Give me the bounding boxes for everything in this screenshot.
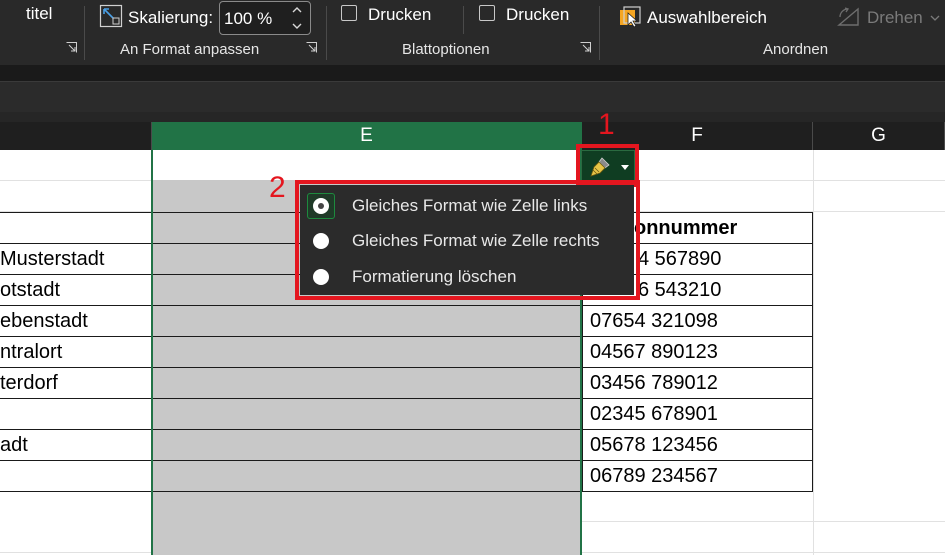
scale-label: Skalierung: <box>128 8 214 27</box>
cell-phone[interactable]: 02345 678901 <box>590 399 718 430</box>
print-headings-checkbox[interactable] <box>479 5 495 21</box>
ribbon-bottom-bar <box>0 65 945 81</box>
callout-number-1: 1 <box>598 108 615 141</box>
cell-phone-header[interactable]: onnummer <box>634 213 737 244</box>
callout-number-2: 2 <box>269 171 286 204</box>
selection-pane-button[interactable]: Auswahlbereich <box>647 8 767 28</box>
column-header-g[interactable]: G <box>813 122 945 150</box>
cell-city[interactable]: Musterstadt <box>0 244 104 275</box>
rotate-icon[interactable] <box>836 5 862 29</box>
dialog-launcher-icon[interactable] <box>580 42 591 53</box>
rotate-button[interactable]: Drehen <box>867 8 923 28</box>
print-gridlines-label[interactable]: Drucken <box>368 5 431 25</box>
callout-highlight-2 <box>295 180 640 300</box>
ribbon-title-fragment[interactable]: titel <box>26 4 52 24</box>
scale-value[interactable]: 100 % <box>224 9 272 29</box>
formula-bar[interactable] <box>0 81 945 113</box>
cell-phone[interactable]: 04567 890123 <box>590 337 718 368</box>
group-label-arrange: Anordnen <box>763 41 829 58</box>
cell-phone[interactable]: 07654 321098 <box>590 306 718 337</box>
cell-phone[interactable]: 05678 123456 <box>590 430 718 461</box>
scale-to-fit-icon <box>99 4 123 28</box>
ribbon-separator <box>463 6 464 34</box>
cell-phone[interactable]: 03456 789012 <box>590 368 718 399</box>
cell-phone[interactable]: 06789 234567 <box>590 461 718 492</box>
cell-city[interactable]: ntralort <box>0 337 62 368</box>
cell-city[interactable]: terdorf <box>0 368 58 399</box>
selection-border <box>151 150 153 555</box>
sheet-top-strip <box>0 112 945 122</box>
cell-city[interactable]: ebenstadt <box>0 306 88 337</box>
ribbon-separator <box>326 6 327 60</box>
dialog-launcher-icon[interactable] <box>66 42 77 53</box>
cell-phone[interactable]: 4 567890 <box>638 244 721 275</box>
selection-pane-icon[interactable] <box>618 5 642 29</box>
print-headings-label[interactable]: Drucken <box>506 5 569 25</box>
spinner-arrows-icon[interactable] <box>291 3 303 33</box>
ribbon-separator <box>599 6 600 60</box>
gridline <box>813 150 814 555</box>
scale-spinner[interactable]: 100 % <box>219 1 311 35</box>
ribbon-separator <box>84 6 85 60</box>
chevron-down-icon[interactable] <box>930 14 940 22</box>
column-header-e[interactable]: E <box>152 122 582 150</box>
group-label-sheet-options: Blattoptionen <box>402 41 490 58</box>
dialog-launcher-icon[interactable] <box>306 42 317 53</box>
group-label-fit: An Format anpassen <box>120 41 260 58</box>
table-border <box>812 212 813 492</box>
gridline <box>582 521 945 522</box>
cell-phone[interactable]: 6 543210 <box>638 275 721 306</box>
ribbon: titel Skalierung: 100 % An Format anpass… <box>0 0 945 65</box>
print-gridlines-checkbox[interactable] <box>341 5 357 21</box>
cell-city[interactable]: otstadt <box>0 275 60 306</box>
column-header-d[interactable] <box>0 122 152 150</box>
cell-city[interactable]: adt <box>0 430 28 461</box>
